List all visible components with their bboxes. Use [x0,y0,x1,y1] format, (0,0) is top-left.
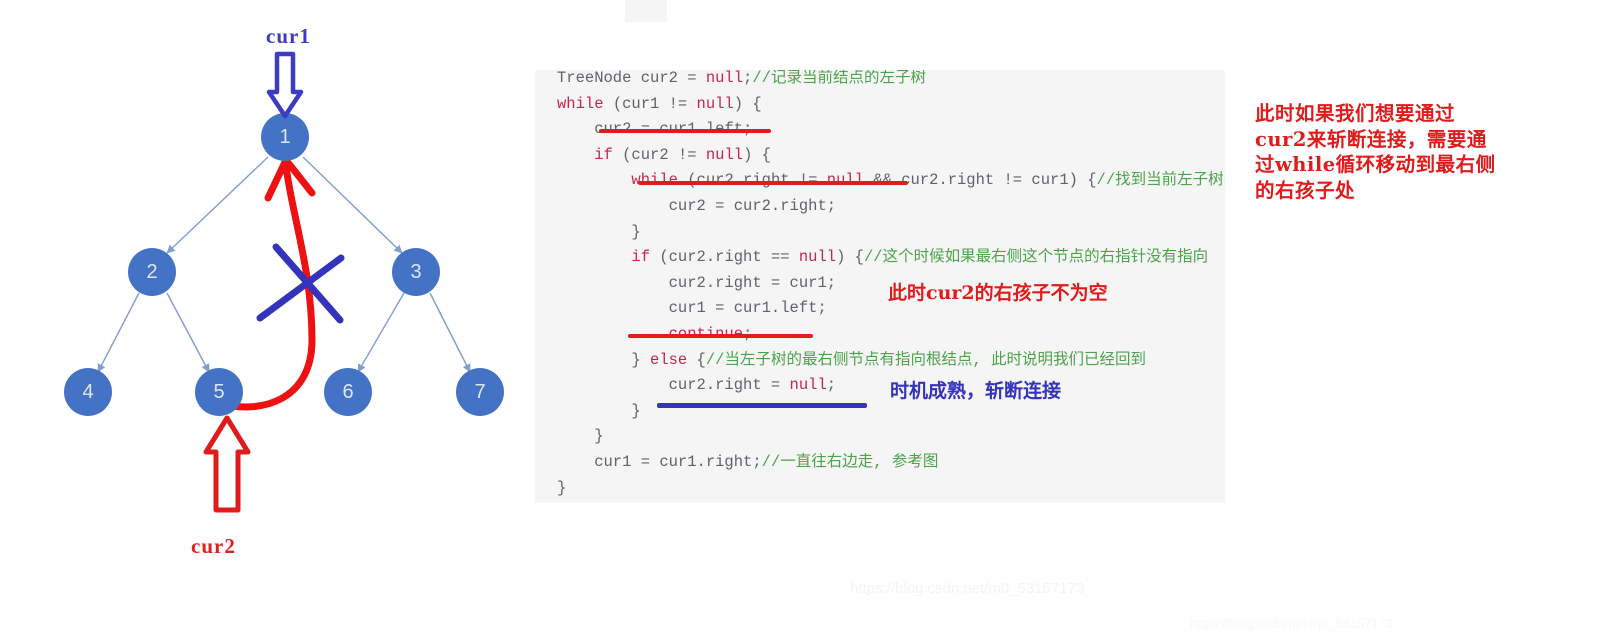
tree-node-4[interactable] [64,368,112,416]
code-token: cur2.right = cur1; [557,273,837,292]
code-token: null [696,94,734,113]
code-token: null [798,248,837,267]
edge-3-7 [429,292,471,373]
code-token: ) { [836,248,864,267]
code-token: ) { [733,94,762,113]
code-token: ; [826,376,837,395]
code-token: (cur2 != [612,145,706,164]
code-line-8: if (cur2.right == null) {//这个时候如果最右侧这个节点… [557,245,1225,271]
watermark-primary: https://blog.csdn.net/m0_53157173 [850,580,1085,597]
code-token: } [557,478,567,497]
code-line-1: TreeNode cur2 = null;//记录当前结点的左子树 [557,70,1225,92]
code-token: //记录当前结点的左子树 [752,70,926,87]
code-line-15: } [557,424,1225,450]
annotation-right-cut-explain: 此时如果我们想要通过cur2来斩断连接，需要通过while循环移动到最右侧的右孩… [1255,102,1496,203]
tree-node-5[interactable] [195,368,243,416]
tree-node-2[interactable] [128,248,176,296]
thread-arrow-5-to-1 [218,156,316,411]
code-token: } [557,222,641,241]
code-token: null [789,376,827,395]
code-token: //一直往右边走, 参考图 [761,452,939,471]
cur2-pointer-label: cur2 [191,534,236,558]
annotation-cur2-right-not-null: 此时cur2的右孩子不为空 [888,282,1108,304]
code-token: while [557,94,604,113]
code-line-6: cur2 = cur2.right; [557,194,1225,220]
tree-node-1[interactable] [261,113,309,161]
code-token: } [557,401,641,420]
code-token: { [687,350,706,369]
tree-node-6[interactable] [324,368,372,416]
code-token: else [650,350,688,369]
underline-while-cond [638,181,908,185]
cur1-pointer-arrow-icon [266,51,304,119]
code-token: ; [743,70,753,87]
code-token: cur2.right = [557,376,790,395]
code-token: } [557,350,651,369]
top-gray-nub [625,0,667,22]
code-line-17: } [557,476,1225,502]
code-token: cur2 = cur2.right; [557,196,837,215]
code-line-16: cur1 = cur1.right;//一直往右边走, 参考图 [557,450,1225,476]
cur2-pointer-arrow-icon [203,415,251,513]
code-token: //当左子树的最右侧节点有指向根结点, 此时说明我们已经回到 [705,350,1147,369]
code-token: null [705,145,744,164]
code-line-7: } [557,220,1225,246]
annotation-time-is-ripe: 时机成熟，斩断连接 [890,380,1062,402]
binary-tree-diagram: 1 2 3 4 5 6 7 cur1 cur2 [0,0,530,600]
underline-cut-thread [657,403,867,408]
code-line-4: if (cur2 != null) { [557,143,1225,169]
code-token: (cur1 != [603,94,697,113]
watermark-secondary: https://blog.csdn.net/m0_53157173 [1190,616,1394,631]
code-line-2: while (cur1 != null) { [557,92,1225,118]
tree-svg [64,51,504,513]
underline-if-cond [628,334,813,338]
screenshot-canvas: 1 2 3 4 5 6 7 cur1 cur2 TreeNode cur2 = … [0,0,1600,638]
code-token: cur1 = cur1.left; [557,299,827,318]
tree-nodes [64,113,504,416]
edge-1-3 [302,156,403,254]
code-token: TreeNode cur2 = [557,70,706,87]
code-token: ) { [743,145,771,164]
code-token: null [705,70,744,87]
code-token: } [557,427,604,446]
code-line-12: } else {//当左子树的最右侧节点有指向根结点, 此时说明我们已经回到 [557,348,1225,374]
edge-3-6 [357,292,405,373]
code-token: if [631,248,651,267]
code-token: cur1 = cur1.right; [557,452,762,471]
underline-cur2-assign [599,129,771,133]
code-token: //这个时候如果最右侧这个节点的右指针没有指向 [863,248,1209,267]
edge-1-2 [166,156,269,254]
code-token: if [594,145,613,164]
code-token: (cur2.right == [650,248,799,267]
tree-node-7[interactable] [456,368,504,416]
edge-2-4 [97,292,140,373]
cur1-pointer-label: cur1 [266,24,311,48]
tree-node-3[interactable] [392,248,440,296]
edge-2-5 [166,292,210,373]
code-token: //找到当前左子树的最右侧节点 [1096,171,1225,190]
